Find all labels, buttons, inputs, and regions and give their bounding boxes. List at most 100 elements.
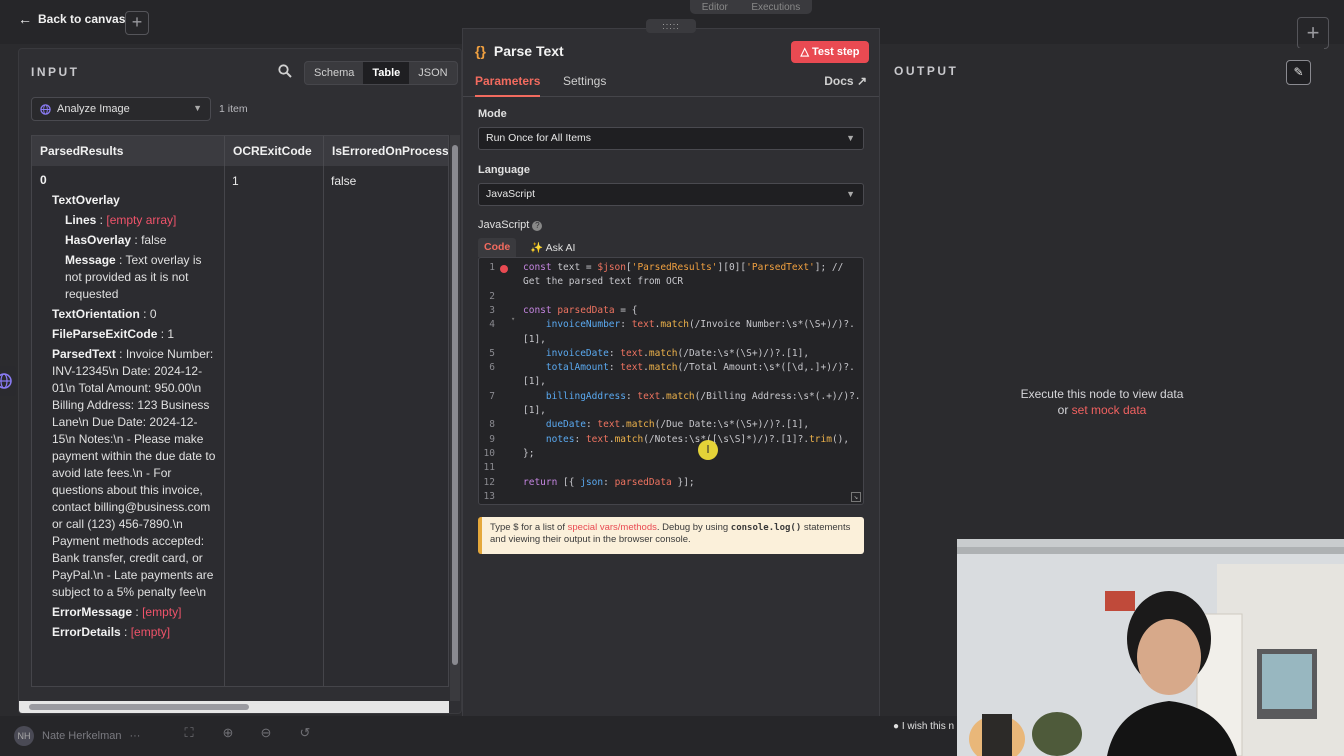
tab-code[interactable]: Code xyxy=(478,238,517,257)
code-label: JavaScript? xyxy=(478,219,543,231)
tree-key: ErrorDetails xyxy=(52,625,121,639)
code-line[interactable]: notes: text.match(/Notes:\s*([\s\S]*)/)?… xyxy=(523,434,859,445)
docs-link[interactable]: Docs ↗ xyxy=(824,74,867,88)
item-count: 1 item xyxy=(219,103,248,115)
code-line-number: 6 xyxy=(489,362,495,374)
column-header-ocrexitcode: OCRExitCode xyxy=(225,136,324,166)
code-line-number: 1 xyxy=(489,262,495,273)
test-step-button[interactable]: △ Test step xyxy=(791,41,869,63)
resize-icon[interactable]: ↘ xyxy=(851,492,861,502)
view-table-button[interactable]: Table xyxy=(363,62,410,84)
tab-settings[interactable]: Settings xyxy=(563,74,606,97)
tree-value: 1 xyxy=(167,327,175,341)
code-line-number: 2 xyxy=(489,290,495,302)
vertical-scrollbar[interactable] xyxy=(450,135,460,701)
horizontal-scrollbar[interactable] xyxy=(19,701,449,713)
external-link-icon: ↗ xyxy=(856,74,867,88)
zoom-out-icon[interactable]: ⊖ xyxy=(257,725,275,743)
pencil-icon: ✎ xyxy=(1293,65,1304,79)
column-header-parsedresults: ParsedResults xyxy=(32,136,225,166)
view-schema-button[interactable]: Schema xyxy=(305,62,363,84)
arrow-left-icon: ← xyxy=(18,11,32,27)
code-line-number: 8 xyxy=(489,419,495,431)
parsed-results-tree: 0 TextOverlay Lines : [empty array] HasO… xyxy=(40,172,220,644)
code-line[interactable]: [1], xyxy=(523,376,859,387)
code-line[interactable]: invoiceNumber: text.match(/Invoice Numbe… xyxy=(523,319,859,330)
code-line[interactable]: const text = $json['ParsedResults'][0]['… xyxy=(523,262,859,273)
view-toggle: Schema Table JSON xyxy=(304,61,458,85)
tree-key: HasOverlay xyxy=(65,233,132,247)
output-message-text: Execute this node to view data xyxy=(1020,387,1184,401)
tab-parameters[interactable]: Parameters xyxy=(475,74,541,97)
mode-select[interactable]: Run Once for All Items ▼ xyxy=(478,127,864,150)
set-mock-data-link[interactable]: set mock data xyxy=(1072,403,1147,417)
tree-value-empty: [empty array] xyxy=(106,213,177,227)
input-node-select[interactable]: Analyze Image ▼ xyxy=(31,97,211,121)
tree-value-empty: [empty] xyxy=(130,625,171,639)
panel-drag-handle[interactable]: ::::: xyxy=(646,19,696,33)
node-parameters-panel: {} Parse Text △ Test step Parameters Set… xyxy=(462,28,880,734)
column-divider xyxy=(323,166,324,686)
language-select[interactable]: JavaScript ▼ xyxy=(478,183,864,206)
fold-chevron-icon[interactable]: ▾ xyxy=(511,315,515,323)
edit-output-button[interactable]: ✎ xyxy=(1286,60,1311,85)
hint-code: console.log() xyxy=(730,523,802,533)
tree-key: ParsedText xyxy=(52,347,116,361)
zoom-in-icon[interactable]: ⊕ xyxy=(219,725,237,743)
code-line-number: 11 xyxy=(483,462,495,474)
search-icon[interactable] xyxy=(278,64,292,78)
special-vars-link[interactable]: special vars/methods xyxy=(568,522,657,533)
text-cursor-icon: I xyxy=(698,440,718,460)
code-line[interactable]: [1], xyxy=(523,334,859,345)
editor-tabs: Editor Executions xyxy=(690,0,812,14)
add-node-icon[interactable]: + xyxy=(125,11,149,35)
node-title-text[interactable]: Parse Text xyxy=(494,43,564,59)
back-to-canvas-button[interactable]: ← Back to canvas xyxy=(18,11,125,27)
view-json-button[interactable]: JSON xyxy=(409,62,456,84)
language-select-value: JavaScript xyxy=(486,188,536,200)
code-hint-box: Type $ for a list of special vars/method… xyxy=(478,517,864,554)
scrollbar-thumb[interactable] xyxy=(452,145,458,665)
input-table: ParsedResults OCRExitCode IsErroredOnPro… xyxy=(31,135,449,687)
code-line-number: 5 xyxy=(489,347,495,359)
reset-zoom-icon[interactable]: ↺ xyxy=(296,725,314,743)
breakpoint-icon[interactable] xyxy=(500,265,508,273)
code-line-number: 4 xyxy=(489,319,495,331)
input-title: INPUT xyxy=(31,65,80,79)
ocr-exit-code-cell: 1 xyxy=(232,174,239,188)
tab-editor[interactable]: Editor xyxy=(702,2,728,13)
code-line[interactable]: totalAmount: text.match(/Total Amount:\s… xyxy=(523,362,859,373)
tree-value-empty: [empty] xyxy=(142,605,182,619)
tab-executions[interactable]: Executions xyxy=(751,2,800,13)
code-line[interactable]: billingAddress: text.match(/Billing Addr… xyxy=(523,391,861,402)
feedback-banner[interactable]: ● I wish this n xyxy=(893,721,957,732)
output-title: OUTPUT xyxy=(894,64,959,78)
output-empty-message: Execute this node to view data or set mo… xyxy=(880,386,1324,418)
code-line[interactable]: [1], xyxy=(523,405,859,416)
code-editor[interactable]: ↘ 1 const text = $json['ParsedResults'][0… xyxy=(478,257,864,505)
code-line[interactable]: Get the parsed text from OCR xyxy=(523,276,859,287)
add-node-right-icon[interactable]: + xyxy=(1297,17,1329,49)
side-globe-icon[interactable] xyxy=(0,366,16,396)
tree-key: TextOverlay xyxy=(52,193,120,207)
scrollbar-thumb[interactable] xyxy=(29,704,249,710)
code-line[interactable]: dueDate: text.match(/Due Date:\s*(\S+)/)… xyxy=(523,419,859,430)
input-node-select-value: Analyze Image xyxy=(57,103,130,115)
code-line[interactable]: return [{ json: parsedData }]; xyxy=(523,477,859,488)
code-line-number: 13 xyxy=(483,490,495,502)
help-icon[interactable]: ? xyxy=(532,221,543,231)
code-line[interactable]: invoiceDate: text.match(/Date:\s*(\S+)/)… xyxy=(523,348,859,359)
lightbulb-icon: ● xyxy=(893,721,900,732)
webcam-overlay xyxy=(957,539,1344,756)
tree-key: ErrorMessage xyxy=(52,605,133,619)
code-line[interactable]: }; xyxy=(523,448,859,459)
is-errored-cell: false xyxy=(331,174,357,188)
docs-label: Docs xyxy=(824,74,854,88)
ask-ai-label: Ask AI xyxy=(545,242,576,254)
user-menu[interactable]: NH Nate Herkelman ··· xyxy=(14,726,140,746)
more-icon[interactable]: ··· xyxy=(129,730,140,742)
tab-ask-ai[interactable]: ✨ Ask AI xyxy=(524,238,581,257)
code-line[interactable]: const parsedData = { xyxy=(523,305,859,316)
code-line-number: 7 xyxy=(489,390,495,402)
fit-view-icon[interactable]: ⛶ xyxy=(180,725,198,743)
